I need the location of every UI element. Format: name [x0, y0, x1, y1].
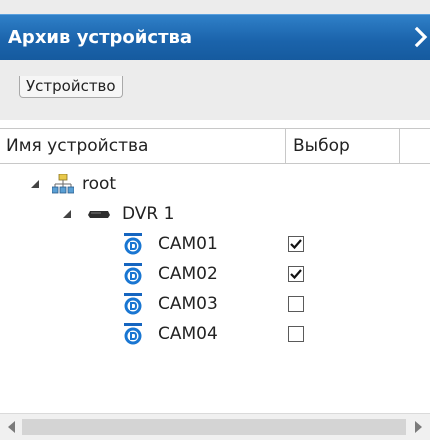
tree-node-label: root [82, 174, 117, 194]
tree-node-label: CAM01 [158, 234, 218, 254]
panel-title: Архив устройства [8, 27, 193, 48]
network-icon [52, 174, 74, 194]
select-checkbox[interactable] [288, 326, 304, 342]
tree-node-camera[interactable]: CAM02 [0, 260, 430, 288]
tree-node-root[interactable]: root [0, 170, 430, 198]
expand-triangle-icon[interactable] [62, 209, 72, 219]
tree-node-camera[interactable]: CAM03 [0, 290, 430, 318]
scrollbar-thumb[interactable] [22, 419, 406, 435]
column-header-select[interactable]: Выбор [293, 129, 350, 163]
expand-triangle-icon[interactable] [30, 179, 40, 189]
tab-strip: Устройство [0, 60, 430, 120]
tree-node-dvr[interactable]: DVR 1 [0, 200, 430, 228]
camera-icon [124, 293, 142, 315]
camera-icon [124, 263, 142, 285]
column-header-device-name[interactable]: Имя устройства [6, 129, 148, 163]
table-header: Имя устройства Выбор [0, 128, 430, 164]
camera-icon [124, 233, 142, 255]
tree-node-label: CAM02 [158, 264, 218, 284]
scroll-right-icon[interactable] [415, 421, 422, 433]
tab-device[interactable]: Устройство [19, 76, 123, 98]
select-checkbox[interactable] [288, 266, 304, 282]
dvr-icon [88, 211, 110, 218]
chevron-right-icon[interactable] [414, 26, 428, 48]
panel-title-bar: Архив устройства [0, 14, 430, 61]
camera-icon [124, 323, 142, 345]
tree-node-camera[interactable]: CAM01 [0, 230, 430, 258]
select-checkbox[interactable] [288, 296, 304, 312]
column-divider[interactable] [399, 129, 400, 163]
select-checkbox[interactable] [288, 236, 304, 252]
device-archive-panel: Архив устройства Устройство Имя устройст… [0, 0, 430, 440]
tree-node-label: CAM04 [158, 324, 218, 344]
horizontal-scrollbar[interactable] [0, 413, 430, 440]
checkmark-icon [290, 239, 302, 250]
tree-node-label: CAM03 [158, 294, 218, 314]
scroll-left-icon[interactable] [8, 421, 15, 433]
checkmark-icon [290, 269, 302, 280]
tree-node-camera[interactable]: CAM04 [0, 320, 430, 348]
device-table: Имя устройства Выбор root DVR 1 CAM01 CA… [0, 120, 430, 439]
tree-node-label: DVR 1 [122, 204, 175, 224]
column-divider[interactable] [285, 129, 286, 163]
